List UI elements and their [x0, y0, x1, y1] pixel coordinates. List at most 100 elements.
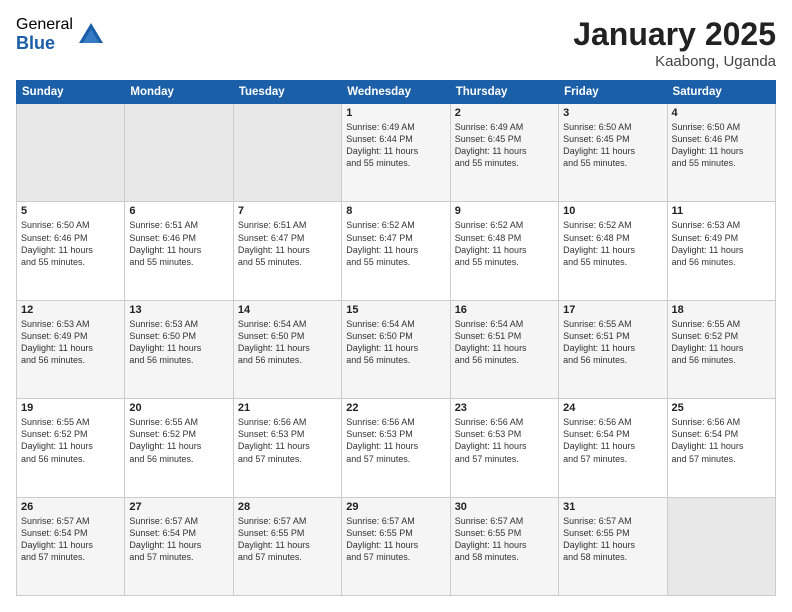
- col-thursday: Thursday: [450, 81, 558, 104]
- day-info: Sunrise: 6:49 AM Sunset: 6:45 PM Dayligh…: [455, 121, 554, 170]
- table-row: 15 Sunrise: 6:54 AM Sunset: 6:50 PM Dayli…: [342, 300, 450, 398]
- day-info: Sunrise: 6:56 AM Sunset: 6:54 PM Dayligh…: [672, 416, 771, 465]
- page: General Blue January 2025 Kaabong, Ugand…: [0, 0, 792, 612]
- col-friday: Friday: [559, 81, 667, 104]
- day-info: Sunrise: 6:57 AM Sunset: 6:54 PM Dayligh…: [21, 515, 120, 564]
- day-info: Sunrise: 6:57 AM Sunset: 6:54 PM Dayligh…: [129, 515, 228, 564]
- table-row: 23Sunrise: 6:56 AM Sunset: 6:53 PM Dayli…: [450, 399, 558, 497]
- day-info: Sunrise: 6:57 AM Sunset: 6:55 PM Dayligh…: [346, 515, 445, 564]
- table-row: 25Sunrise: 6:56 AM Sunset: 6:54 PM Dayli…: [667, 399, 775, 497]
- day-number: 18: [672, 304, 771, 316]
- day-number: 19: [21, 402, 120, 414]
- day-number: 3: [563, 107, 662, 119]
- table-row: 9 Sunrise: 6:52 AM Sunset: 6:48 PM Daylig…: [450, 202, 558, 300]
- day-info: Sunrise: 6:57 AM Sunset: 6:55 PM Dayligh…: [238, 515, 337, 564]
- day-info: Sunrise: 6:50 AM Sunset: 6:46 PM Dayligh…: [672, 121, 771, 170]
- day-number: 30: [455, 501, 554, 513]
- table-row: 19 Sunrise: 6:55 AM Sunset: 6:52 PM Dayli…: [17, 399, 125, 497]
- day-info: Sunrise: 6:52 AM Sunset: 6:47 PM Dayligh…: [346, 219, 445, 268]
- table-row: 7Sunrise: 6:51 AM Sunset: 6:47 PM Daylig…: [233, 202, 341, 300]
- table-row: 17Sunrise: 6:55 AM Sunset: 6:51 PM Dayli…: [559, 300, 667, 398]
- title-block: January 2025 Kaabong, Uganda: [573, 16, 776, 70]
- table-row: [233, 104, 341, 202]
- day-info: Sunrise: 6:56 AM Sunset: 6:53 PM Dayligh…: [238, 416, 337, 465]
- table-row: 12 Sunrise: 6:53 AM Sunset: 6:49 PM Dayli…: [17, 300, 125, 398]
- day-info: Sunrise: 6:53 AM Sunset: 6:49 PM Dayligh…: [21, 318, 120, 367]
- table-row: 13 Sunrise: 6:53 AM Sunset: 6:50 PM Dayli…: [125, 300, 233, 398]
- month-title: January 2025: [573, 16, 776, 53]
- day-number: 12: [21, 304, 120, 316]
- day-info: Sunrise: 6:49 AM Sunset: 6:44 PM Dayligh…: [346, 121, 445, 170]
- day-number: 24: [563, 402, 662, 414]
- table-row: 18Sunrise: 6:55 AM Sunset: 6:52 PM Dayli…: [667, 300, 775, 398]
- day-info: Sunrise: 6:51 AM Sunset: 6:46 PM Dayligh…: [129, 219, 228, 268]
- day-number: 29: [346, 501, 445, 513]
- col-wednesday: Wednesday: [342, 81, 450, 104]
- day-info: Sunrise: 6:57 AM Sunset: 6:55 PM Dayligh…: [455, 515, 554, 564]
- table-row: [125, 104, 233, 202]
- day-info: Sunrise: 6:53 AM Sunset: 6:50 PM Dayligh…: [129, 318, 228, 367]
- calendar-week-3: 12 Sunrise: 6:53 AM Sunset: 6:49 PM Dayli…: [17, 300, 776, 398]
- col-saturday: Saturday: [667, 81, 775, 104]
- col-tuesday: Tuesday: [233, 81, 341, 104]
- day-number: 9: [455, 205, 554, 217]
- day-number: 1: [346, 107, 445, 119]
- day-info: Sunrise: 6:54 AM Sunset: 6:51 PM Dayligh…: [455, 318, 554, 367]
- table-row: 8Sunrise: 6:52 AM Sunset: 6:47 PM Daylig…: [342, 202, 450, 300]
- table-row: 20Sunrise: 6:55 AM Sunset: 6:52 PM Dayli…: [125, 399, 233, 497]
- day-number: 17: [563, 304, 662, 316]
- logo-icon: [77, 21, 105, 49]
- logo: General Blue: [16, 16, 105, 53]
- day-info: Sunrise: 6:55 AM Sunset: 6:52 PM Dayligh…: [21, 416, 120, 465]
- calendar-header-row: Sunday Monday Tuesday Wednesday Thursday…: [17, 81, 776, 104]
- table-row: 30 Sunrise: 6:57 AM Sunset: 6:55 PM Dayli…: [450, 497, 558, 595]
- table-row: 16 Sunrise: 6:54 AM Sunset: 6:51 PM Dayli…: [450, 300, 558, 398]
- calendar-week-2: 5 Sunrise: 6:50 AM Sunset: 6:46 PM Daylig…: [17, 202, 776, 300]
- day-info: Sunrise: 6:51 AM Sunset: 6:47 PM Dayligh…: [238, 219, 337, 268]
- day-info: Sunrise: 6:54 AM Sunset: 6:50 PM Dayligh…: [238, 318, 337, 367]
- table-row: 29 Sunrise: 6:57 AM Sunset: 6:55 PM Dayli…: [342, 497, 450, 595]
- day-number: 10: [563, 205, 662, 217]
- day-number: 16: [455, 304, 554, 316]
- table-row: 10Sunrise: 6:52 AM Sunset: 6:48 PM Dayli…: [559, 202, 667, 300]
- day-number: 31: [563, 501, 662, 513]
- calendar-week-4: 19 Sunrise: 6:55 AM Sunset: 6:52 PM Dayli…: [17, 399, 776, 497]
- table-row: 6 Sunrise: 6:51 AM Sunset: 6:46 PM Daylig…: [125, 202, 233, 300]
- day-info: Sunrise: 6:55 AM Sunset: 6:52 PM Dayligh…: [129, 416, 228, 465]
- table-row: 2 Sunrise: 6:49 AM Sunset: 6:45 PM Daylig…: [450, 104, 558, 202]
- day-number: 26: [21, 501, 120, 513]
- day-info: Sunrise: 6:50 AM Sunset: 6:45 PM Dayligh…: [563, 121, 662, 170]
- day-info: Sunrise: 6:50 AM Sunset: 6:46 PM Dayligh…: [21, 219, 120, 268]
- logo-blue: Blue: [16, 34, 73, 54]
- col-sunday: Sunday: [17, 81, 125, 104]
- table-row: 3 Sunrise: 6:50 AM Sunset: 6:45 PM Daylig…: [559, 104, 667, 202]
- day-number: 13: [129, 304, 228, 316]
- table-row: 11Sunrise: 6:53 AM Sunset: 6:49 PM Dayli…: [667, 202, 775, 300]
- day-number: 5: [21, 205, 120, 217]
- table-row: 4 Sunrise: 6:50 AM Sunset: 6:46 PM Daylig…: [667, 104, 775, 202]
- day-number: 4: [672, 107, 771, 119]
- table-row: 28Sunrise: 6:57 AM Sunset: 6:55 PM Dayli…: [233, 497, 341, 595]
- table-row: 1 Sunrise: 6:49 AM Sunset: 6:44 PM Daylig…: [342, 104, 450, 202]
- table-row: 26 Sunrise: 6:57 AM Sunset: 6:54 PM Dayli…: [17, 497, 125, 595]
- logo-text: General Blue: [16, 16, 73, 53]
- day-info: Sunrise: 6:54 AM Sunset: 6:50 PM Dayligh…: [346, 318, 445, 367]
- day-info: Sunrise: 6:53 AM Sunset: 6:49 PM Dayligh…: [672, 219, 771, 268]
- table-row: 27 Sunrise: 6:57 AM Sunset: 6:54 PM Dayli…: [125, 497, 233, 595]
- day-number: 27: [129, 501, 228, 513]
- col-monday: Monday: [125, 81, 233, 104]
- day-info: Sunrise: 6:56 AM Sunset: 6:53 PM Dayligh…: [346, 416, 445, 465]
- day-number: 6: [129, 205, 228, 217]
- location-subtitle: Kaabong, Uganda: [573, 53, 776, 70]
- day-info: Sunrise: 6:56 AM Sunset: 6:53 PM Dayligh…: [455, 416, 554, 465]
- table-row: 31 Sunrise: 6:57 AM Sunset: 6:55 PM Dayli…: [559, 497, 667, 595]
- day-number: 14: [238, 304, 337, 316]
- day-info: Sunrise: 6:57 AM Sunset: 6:55 PM Dayligh…: [563, 515, 662, 564]
- day-info: Sunrise: 6:52 AM Sunset: 6:48 PM Dayligh…: [455, 219, 554, 268]
- calendar-week-5: 26 Sunrise: 6:57 AM Sunset: 6:54 PM Dayli…: [17, 497, 776, 595]
- table-row: 22Sunrise: 6:56 AM Sunset: 6:53 PM Dayli…: [342, 399, 450, 497]
- calendar-week-1: 1 Sunrise: 6:49 AM Sunset: 6:44 PM Daylig…: [17, 104, 776, 202]
- day-number: 2: [455, 107, 554, 119]
- day-number: 15: [346, 304, 445, 316]
- table-row: [667, 497, 775, 595]
